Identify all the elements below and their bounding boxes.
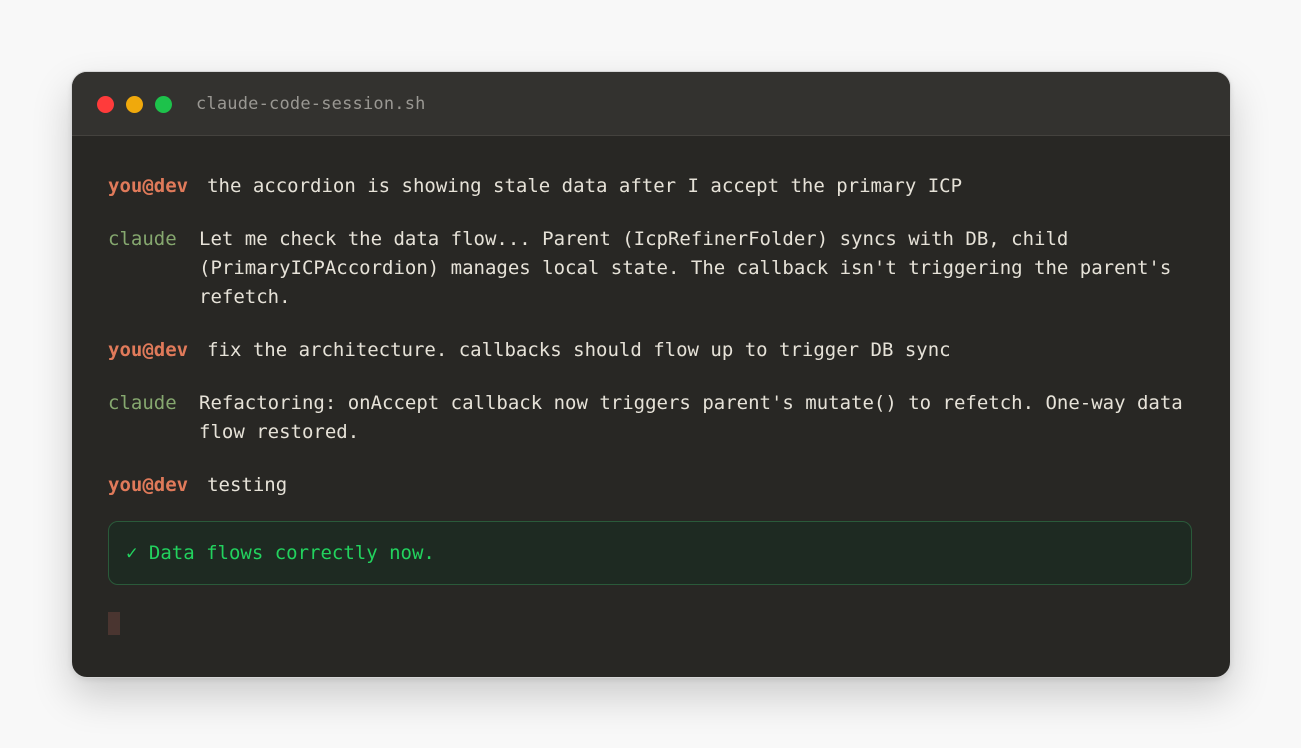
assistant-message: claude Refactoring: onAccept callback no…	[108, 389, 1198, 447]
success-banner: ✓ Data flows correctly now.	[108, 521, 1192, 585]
maximize-window-icon[interactable]	[155, 96, 172, 113]
assistant-prompt: claude	[108, 392, 177, 414]
assistant-message: claude Let me check the data flow... Par…	[108, 225, 1198, 312]
terminal-output: you@dev the accordion is showing stale d…	[108, 172, 1198, 500]
assistant-prompt: claude	[108, 228, 177, 250]
message-text: Refactoring: onAccept callback now trigg…	[199, 392, 1195, 443]
user-message: you@dev fix the architecture. callbacks …	[108, 336, 1198, 365]
message-text: fix the architecture. callbacks should f…	[207, 339, 951, 361]
terminal-window: claude-code-session.sh you@dev the accor…	[71, 71, 1231, 678]
minimize-window-icon[interactable]	[126, 96, 143, 113]
user-prompt: you@dev	[108, 175, 189, 197]
user-message: you@dev testing	[108, 471, 1198, 500]
user-prompt: you@dev	[108, 474, 189, 496]
title-bar[interactable]: claude-code-session.sh	[72, 72, 1230, 136]
message-text: the accordion is showing stale data afte…	[207, 175, 963, 197]
user-message: you@dev the accordion is showing stale d…	[108, 172, 1198, 201]
close-window-icon[interactable]	[97, 96, 114, 113]
message-text: Let me check the data flow... Parent (Ic…	[199, 228, 1183, 308]
message-text: testing	[207, 474, 288, 496]
success-message: ✓ Data flows correctly now.	[126, 542, 435, 564]
window-title: claude-code-session.sh	[196, 94, 426, 114]
user-prompt: you@dev	[108, 339, 189, 361]
terminal-cursor[interactable]	[108, 612, 120, 635]
